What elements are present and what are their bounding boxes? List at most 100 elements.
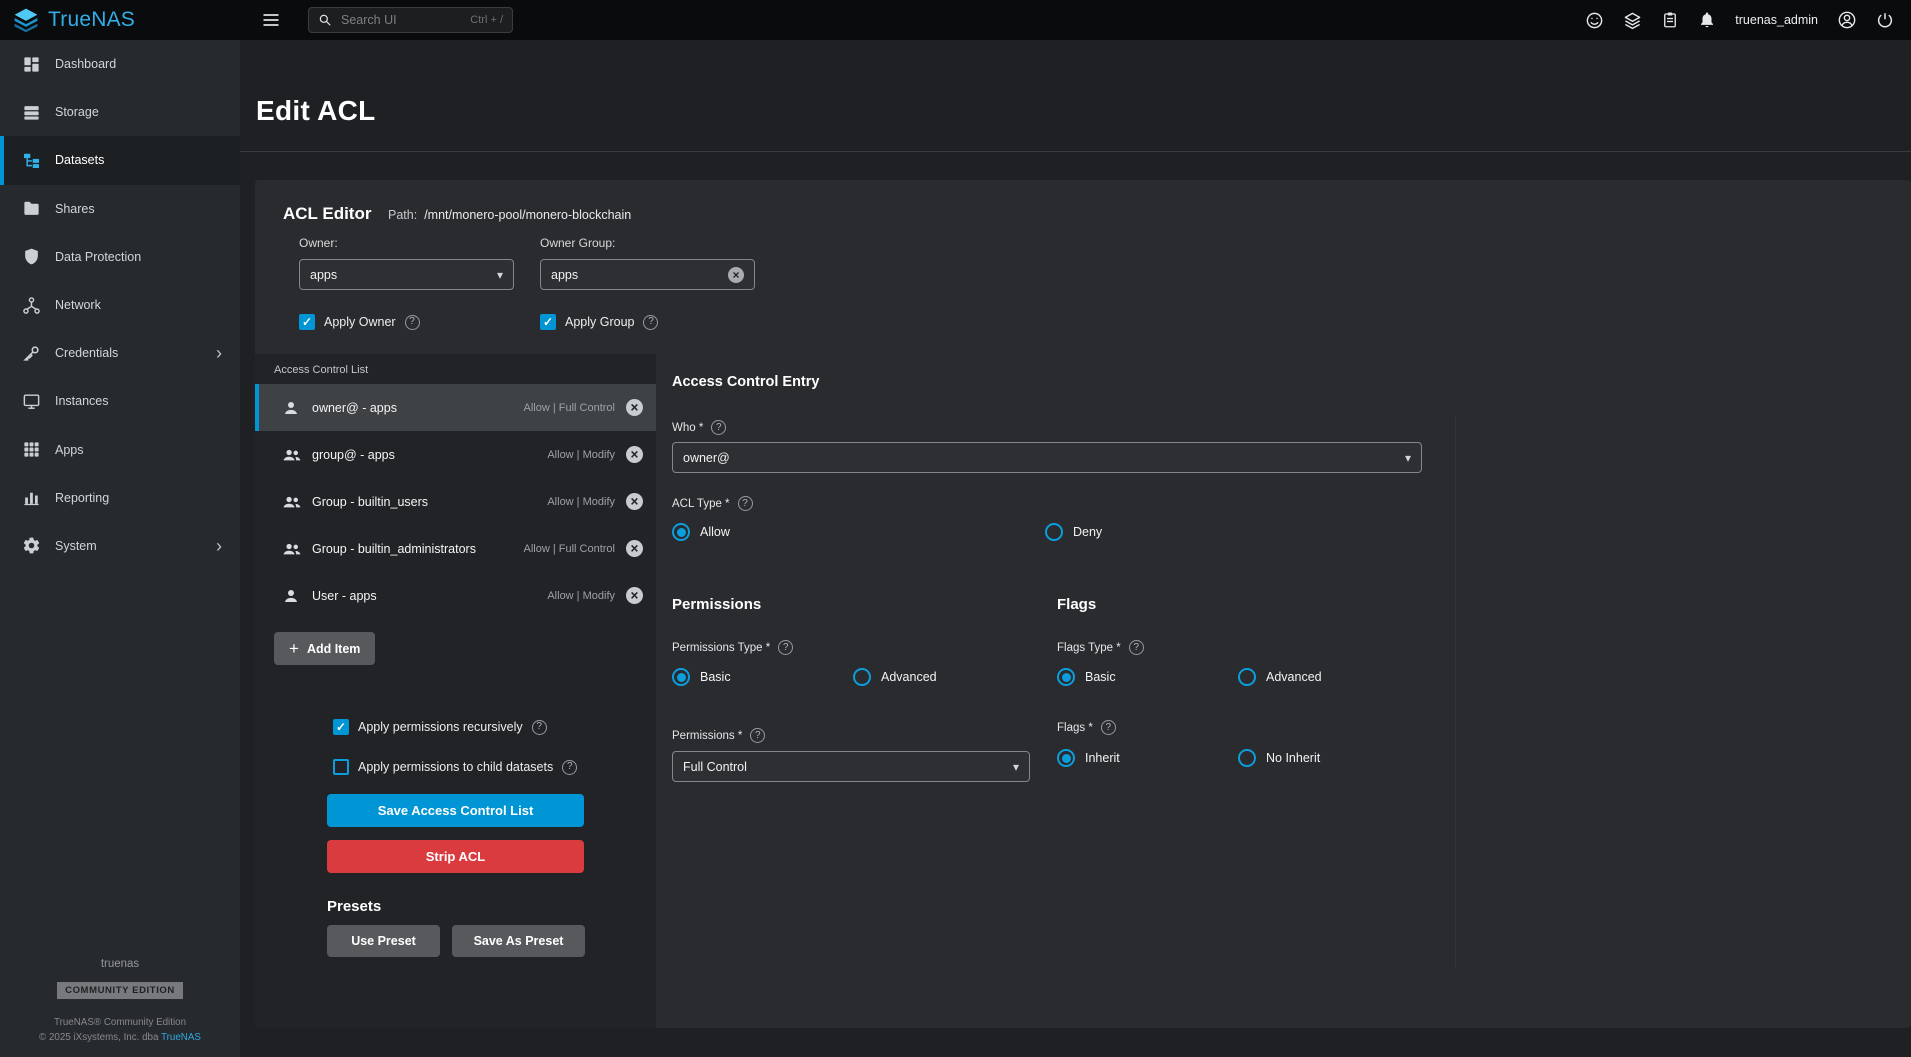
chevron-right-icon: › xyxy=(216,537,222,555)
remove-entry-icon[interactable]: × xyxy=(626,587,643,604)
radio-icon xyxy=(1057,749,1075,767)
help-icon[interactable]: ? xyxy=(738,496,753,511)
sidebar-item-dashboard[interactable]: Dashboard › xyxy=(0,40,240,88)
reporting-icon xyxy=(21,488,41,507)
account-icon[interactable] xyxy=(1837,10,1857,30)
sidebar-item-instances[interactable]: Instances › xyxy=(0,377,240,425)
search-input[interactable] xyxy=(339,12,463,28)
alerts-bell-icon[interactable] xyxy=(1698,11,1716,29)
clear-icon[interactable]: × xyxy=(728,267,744,283)
acl-entry-owner-apps[interactable]: owner@ - apps Allow | Full Control × xyxy=(255,384,656,431)
shares-icon xyxy=(21,199,41,218)
radio-option-inherit[interactable]: Inherit xyxy=(1057,749,1238,767)
sidebar-item-reporting[interactable]: Reporting › xyxy=(0,474,240,522)
child-datasets-checkbox-row[interactable]: ✓ Apply permissions to child datasets ? xyxy=(333,759,577,775)
flags-type-label-row: Flags Type * ? xyxy=(1057,640,1144,655)
use-preset-button[interactable]: Use Preset xyxy=(327,925,440,957)
owner-group-label: Owner Group: xyxy=(540,236,615,250)
add-item-button[interactable]: + Add Item xyxy=(274,632,375,665)
sidebar-item-apps[interactable]: Apps › xyxy=(0,426,240,474)
plus-icon: + xyxy=(289,640,299,657)
save-as-preset-button[interactable]: Save As Preset xyxy=(452,925,585,957)
remove-entry-icon[interactable]: × xyxy=(626,446,643,463)
help-icon[interactable]: ? xyxy=(711,420,726,435)
radio-option-label: Advanced xyxy=(881,670,937,684)
search-box[interactable]: Ctrl + / xyxy=(308,7,513,33)
key-icon xyxy=(21,344,41,363)
acl-type-label: ACL Type * xyxy=(672,498,730,510)
jobs-clipboard-icon[interactable] xyxy=(1661,11,1679,29)
help-icon[interactable]: ? xyxy=(750,728,765,743)
sidebar-item-label: System xyxy=(55,539,97,553)
recursive-checkbox[interactable]: ✓ xyxy=(333,719,349,735)
help-icon[interactable]: ? xyxy=(778,640,793,655)
sidebar-item-network[interactable]: Network › xyxy=(0,281,240,329)
menu-icon[interactable] xyxy=(261,10,281,30)
sidebar-item-label: Reporting xyxy=(55,491,109,505)
power-icon[interactable] xyxy=(1876,11,1894,29)
apply-owner-checkbox-row[interactable]: ✓ Apply Owner ? xyxy=(299,314,420,330)
flags-heading: Flags xyxy=(1057,596,1096,613)
radio-option-basic[interactable]: Basic xyxy=(1057,668,1238,686)
layers-icon[interactable] xyxy=(1623,11,1642,30)
remove-entry-icon[interactable]: × xyxy=(626,493,643,510)
truenas-logo[interactable]: TrueNAS xyxy=(0,7,240,33)
acl-entry-user-apps[interactable]: User - apps Allow | Modify × xyxy=(255,572,656,619)
owner-select[interactable]: apps ▾ xyxy=(299,259,514,290)
form-column-divider xyxy=(1455,416,1456,968)
shield-icon xyxy=(21,247,41,266)
child-datasets-checkbox[interactable]: ✓ xyxy=(333,759,349,775)
recursive-checkbox-row[interactable]: ✓ Apply permissions recursively ? xyxy=(333,719,547,735)
strip-acl-button[interactable]: Strip ACL xyxy=(327,840,584,873)
topbar: TrueNAS Ctrl + / truenas_admin xyxy=(0,0,1911,40)
radio-option-advanced[interactable]: Advanced xyxy=(853,668,1034,686)
remove-entry-icon[interactable]: × xyxy=(626,540,643,557)
footer-truenas-link[interactable]: TrueNAS xyxy=(161,1032,201,1043)
apply-group-checkbox-row[interactable]: ✓ Apply Group ? xyxy=(540,314,658,330)
who-select[interactable]: owner@ ▾ xyxy=(672,442,1422,473)
acl-entry-group-builtin-users[interactable]: Group - builtin_users Allow | Modify × xyxy=(255,478,656,525)
permissions-value: Full Control xyxy=(683,760,747,774)
permissions-select[interactable]: Full Control ▾ xyxy=(672,751,1030,782)
feedback-smiley-icon[interactable] xyxy=(1585,11,1604,30)
help-icon[interactable]: ? xyxy=(405,315,420,330)
remove-entry-icon[interactable]: × xyxy=(626,399,643,416)
acl-type-label-row: ACL Type * ? xyxy=(672,496,753,511)
truenas-logo-mark-icon xyxy=(13,7,39,33)
sidebar-item-system[interactable]: System › xyxy=(0,522,240,570)
apply-owner-checkbox[interactable]: ✓ xyxy=(299,314,315,330)
sidebar-item-data-protection[interactable]: Data Protection › xyxy=(0,233,240,281)
instances-icon xyxy=(21,392,41,411)
ace-heading: Access Control Entry xyxy=(672,374,819,390)
help-icon[interactable]: ? xyxy=(532,720,547,735)
radio-option-deny[interactable]: Deny xyxy=(1045,523,1418,541)
sidebar-item-datasets[interactable]: Datasets › xyxy=(0,136,240,184)
acl-type-radio-group: Allow Deny xyxy=(672,523,1418,541)
acl-entry-group-apps[interactable]: group@ - apps Allow | Modify × xyxy=(255,431,656,478)
acl-entry-permission: Allow | Full Control xyxy=(524,543,616,555)
owner-group-input[interactable]: apps × xyxy=(540,259,755,290)
help-icon[interactable]: ? xyxy=(643,315,658,330)
owner-label: Owner: xyxy=(299,236,338,250)
sidebar-item-label: Datasets xyxy=(55,153,104,167)
sidebar-item-storage[interactable]: Storage › xyxy=(0,88,240,136)
acl-entry-group-builtin-administrators[interactable]: Group - builtin_administrators Allow | F… xyxy=(255,525,656,572)
apply-group-label: Apply Group xyxy=(565,315,634,329)
apply-group-checkbox[interactable]: ✓ xyxy=(540,314,556,330)
help-icon[interactable]: ? xyxy=(1101,720,1116,735)
footer-copyright-text: © 2025 iXsystems, Inc. dba TrueNAS xyxy=(0,1032,240,1043)
radio-option-allow[interactable]: Allow xyxy=(672,523,1045,541)
help-icon[interactable]: ? xyxy=(1129,640,1144,655)
acl-entry-name: User - apps xyxy=(312,589,377,603)
acl-entry-permission: Allow | Modify xyxy=(547,449,615,461)
help-icon[interactable]: ? xyxy=(562,760,577,775)
sidebar: Dashboard › Storage › Datasets › Shares … xyxy=(0,40,240,1057)
radio-option-no-inherit[interactable]: No Inherit xyxy=(1238,749,1419,767)
sidebar-item-shares[interactable]: Shares › xyxy=(0,185,240,233)
sidebar-item-credentials[interactable]: Credentials › xyxy=(0,329,240,377)
people-icon xyxy=(282,492,302,512)
radio-option-advanced[interactable]: Advanced xyxy=(1238,668,1419,686)
save-acl-button[interactable]: Save Access Control List xyxy=(327,794,584,827)
network-icon xyxy=(21,296,41,315)
radio-option-basic[interactable]: Basic xyxy=(672,668,853,686)
